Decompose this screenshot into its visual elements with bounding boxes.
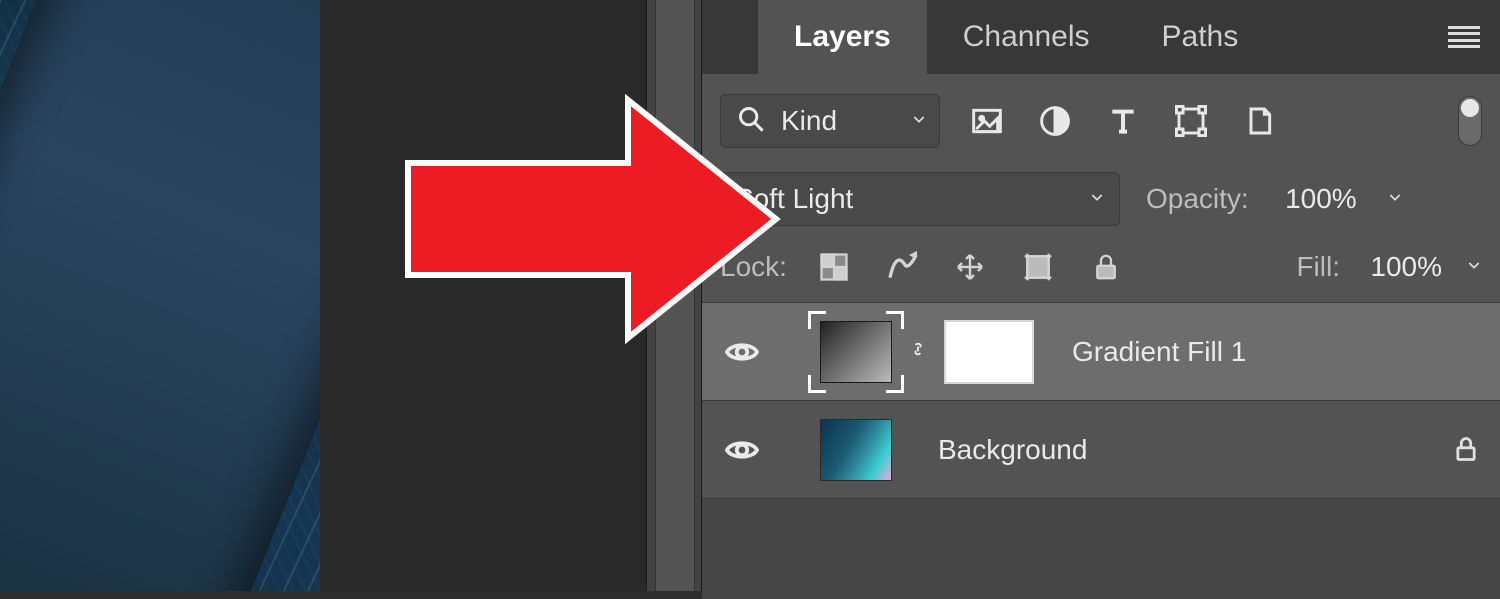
lock-fill-row: Lock: Fill: 100% bbox=[702, 244, 1500, 302]
filter-kind-label: Kind bbox=[781, 105, 837, 137]
filter-pixel-icon[interactable] bbox=[970, 104, 1004, 138]
filter-smartobject-icon[interactable] bbox=[1242, 104, 1276, 138]
lock-all-icon[interactable] bbox=[1089, 250, 1123, 284]
layer-filter-row: Kind bbox=[702, 74, 1500, 166]
blend-mode-dropdown[interactable]: Soft Light bbox=[720, 172, 1120, 226]
layer-mask-thumbnail[interactable] bbox=[944, 320, 1034, 384]
search-icon bbox=[737, 105, 765, 138]
layer-name[interactable]: Background bbox=[938, 434, 1087, 466]
layer-link-icon[interactable] bbox=[908, 335, 928, 368]
tab-channels[interactable]: Channels bbox=[927, 0, 1126, 74]
tab-channels-label: Channels bbox=[963, 20, 1090, 54]
filter-shape-icon[interactable] bbox=[1174, 104, 1208, 138]
filter-type-icons bbox=[970, 104, 1276, 138]
fill-label: Fill: bbox=[1296, 251, 1340, 283]
opacity-value[interactable]: 100% bbox=[1267, 183, 1357, 215]
workspace-background bbox=[320, 0, 646, 591]
layer-locked-icon[interactable] bbox=[1452, 435, 1482, 465]
blend-opacity-row: Soft Light Opacity: 100% bbox=[702, 166, 1500, 244]
filter-toggle[interactable] bbox=[1458, 96, 1482, 146]
visibility-toggle-icon[interactable] bbox=[720, 432, 764, 468]
layers-panel: Layers Channels Paths Kind bbox=[702, 0, 1500, 591]
chevron-down-icon bbox=[1089, 189, 1105, 210]
layer-thumbnail[interactable] bbox=[820, 419, 892, 481]
tab-paths[interactable]: Paths bbox=[1126, 0, 1275, 74]
layer-row[interactable]: Gradient Fill 1 bbox=[702, 303, 1500, 401]
chevron-down-icon[interactable] bbox=[1387, 189, 1403, 210]
filter-adjustment-icon[interactable] bbox=[1038, 104, 1072, 138]
lock-image-icon[interactable] bbox=[885, 250, 919, 284]
lock-position-icon[interactable] bbox=[953, 250, 987, 284]
layer-thumbnail[interactable] bbox=[820, 321, 892, 383]
visibility-toggle-icon[interactable] bbox=[720, 334, 764, 370]
opacity-label: Opacity: bbox=[1146, 183, 1249, 215]
panel-tabs: Layers Channels Paths bbox=[702, 0, 1500, 74]
panel-tab-strip-inner bbox=[655, 0, 695, 591]
lock-transparency-icon[interactable] bbox=[817, 250, 851, 284]
layer-row[interactable]: Background bbox=[702, 401, 1500, 499]
filter-text-icon[interactable] bbox=[1106, 104, 1140, 138]
lock-artboard-icon[interactable] bbox=[1021, 250, 1055, 284]
panel-footer-area bbox=[702, 499, 1500, 599]
fill-value[interactable]: 100% bbox=[1352, 251, 1442, 283]
lock-icons-group bbox=[817, 250, 1123, 284]
tab-layers[interactable]: Layers bbox=[758, 0, 927, 74]
tab-layers-label: Layers bbox=[794, 20, 891, 54]
lock-label: Lock: bbox=[720, 251, 787, 283]
panel-tab-strip[interactable] bbox=[646, 0, 702, 591]
panel-menu-icon[interactable] bbox=[1448, 26, 1480, 48]
document-canvas[interactable] bbox=[0, 0, 320, 591]
layer-name[interactable]: Gradient Fill 1 bbox=[1072, 336, 1246, 368]
tab-paths-label: Paths bbox=[1162, 20, 1239, 54]
chevron-down-icon bbox=[911, 111, 927, 132]
blend-mode-value: Soft Light bbox=[735, 183, 853, 215]
chevron-down-icon[interactable] bbox=[1466, 257, 1482, 278]
filter-kind-dropdown[interactable]: Kind bbox=[720, 94, 940, 148]
layer-list: Gradient Fill 1 Background bbox=[702, 302, 1500, 499]
